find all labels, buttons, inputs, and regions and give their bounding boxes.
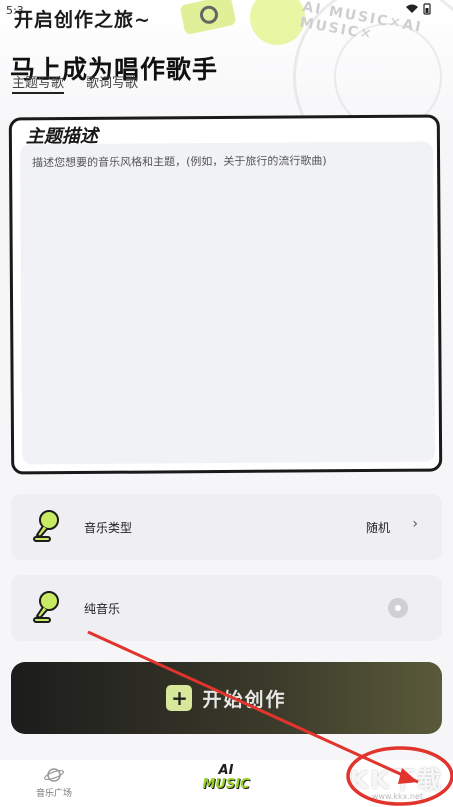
watermark-url: www.kkx.net [371, 792, 423, 801]
pure-music-label: 纯音乐 [84, 602, 121, 616]
tab-lyrics-song[interactable]: 歌词写歌 [86, 72, 138, 91]
microphone-icon [33, 510, 59, 542]
plus-icon: + [166, 685, 193, 711]
start-create-label: 开始创作 [202, 688, 287, 711]
theme-description-card: 主题描述 描述您想要的音乐风格和主题，(例如，关于旅行的流行歌曲) [8, 114, 443, 475]
watermark-text: KK下载 [349, 766, 443, 794]
nav-item-ai-music[interactable]: AI MUSIC [190, 764, 262, 792]
tab-theme-song[interactable]: 主题写歌 [12, 72, 65, 94]
ai-music-logo-line1: AI [218, 763, 234, 778]
music-type-value: 随机 [365, 521, 390, 535]
start-create-button[interactable]: + 开始创作 [11, 662, 442, 734]
chevron-right-icon: › [412, 516, 418, 532]
music-type-row[interactable]: 音乐类型 随机 › [11, 494, 442, 560]
mode-tabs: 主题写歌 歌词写歌 [12, 72, 138, 94]
hero-header: AI MUSIC✕AI MUSIC✕ 5:3 开启创作之旅~ 马上成为唱作歌手 … [0, 0, 453, 120]
microphone-icon [33, 591, 59, 623]
music-type-label: 音乐类型 [84, 521, 133, 535]
hero-subtitle: 开启创作之旅~ [14, 9, 151, 31]
pure-music-row[interactable]: 纯音乐 [11, 575, 442, 641]
planet-icon [43, 768, 65, 782]
status-icons [406, 3, 431, 18]
sticker-decoration [179, 0, 237, 36]
ai-music-logo-line2: MUSIC [202, 777, 250, 792]
pure-music-radio[interactable] [388, 598, 408, 618]
nav-label-music-square: 音乐广场 [35, 789, 72, 799]
wifi-icon [406, 4, 418, 17]
description-input[interactable]: 描述您想要的音乐风格和主题，(例如，关于旅行的流行歌曲) [19, 141, 436, 465]
nav-item-music-square[interactable]: 音乐广场 [24, 766, 84, 799]
battery-icon [423, 3, 431, 18]
